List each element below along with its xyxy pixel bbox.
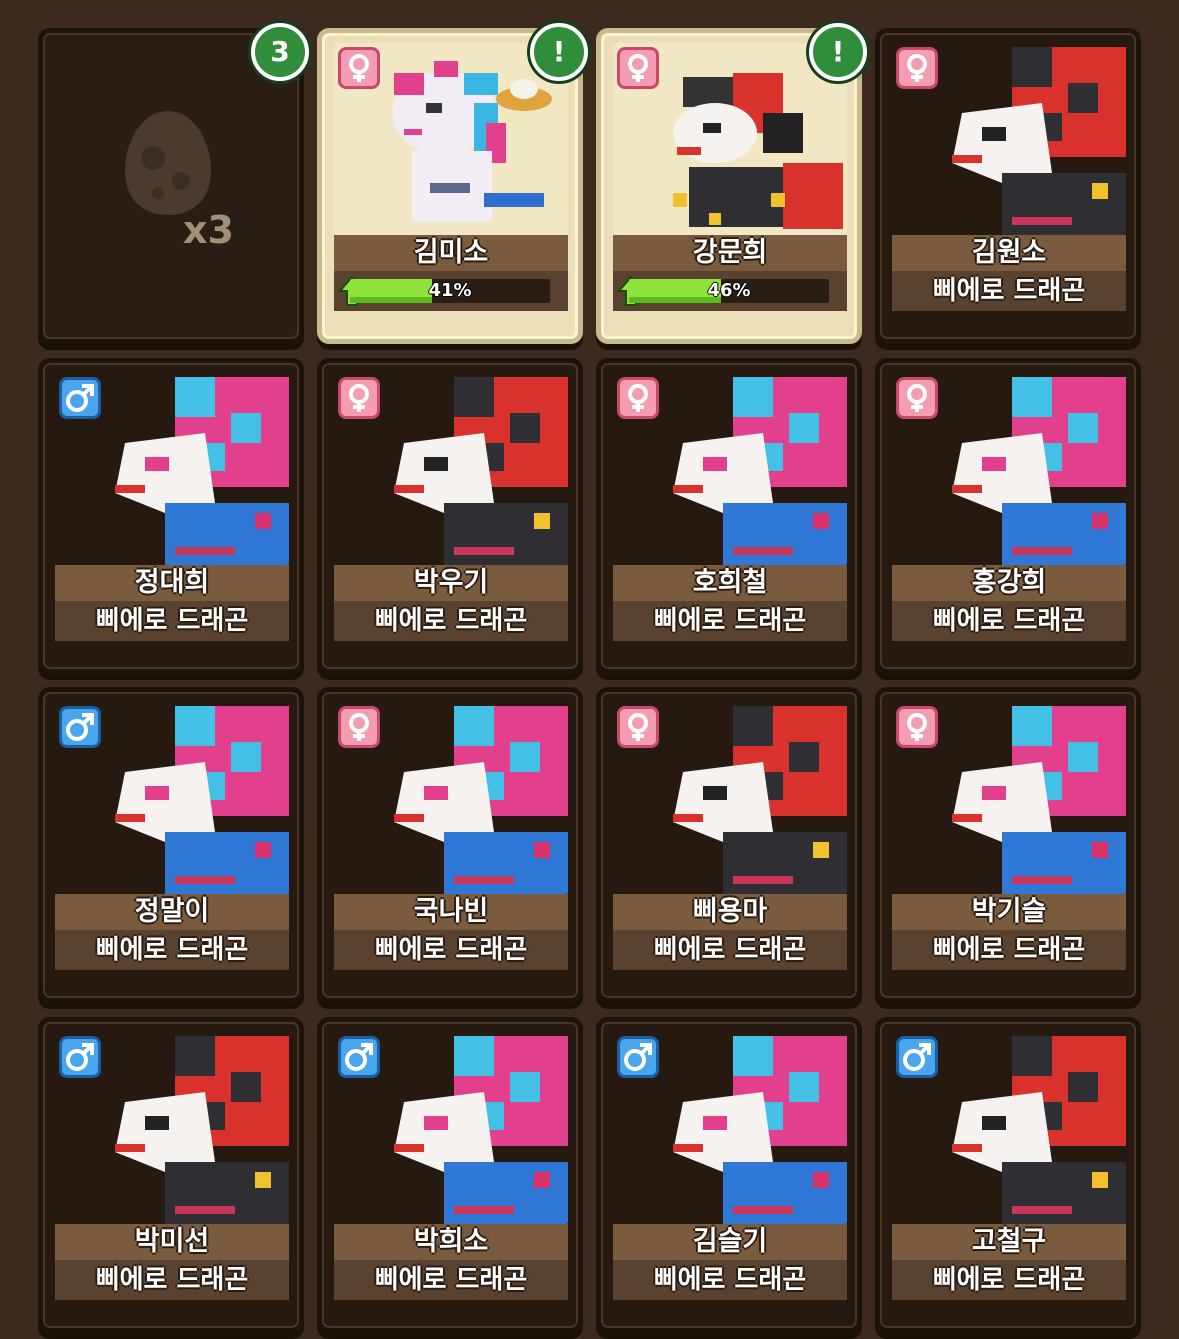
dragon-card[interactable]: 정말이 삐에로 드래곤 — [38, 687, 304, 1003]
dragon-card[interactable]: 박미선 삐에로 드래곤 — [38, 1017, 304, 1333]
dragon-name: 박미선 — [55, 1224, 289, 1260]
female-icon — [617, 377, 659, 419]
egg-count: x3 — [183, 208, 234, 252]
dragon-species: 삐에로 드래곤 — [892, 601, 1126, 641]
male-icon — [896, 1036, 938, 1078]
dragon-species: 삐에로 드래곤 — [334, 601, 568, 641]
progress-track: 41% — [350, 279, 550, 303]
dragon-species: 삐에로 드래곤 — [613, 601, 847, 641]
dragon-card[interactable]: 홍강희 삐에로 드래곤 — [875, 358, 1141, 674]
dragon-card[interactable]: 삐용마 삐에로 드래곤 — [596, 687, 862, 1003]
dragon-card[interactable]: 고철구 삐에로 드래곤 — [875, 1017, 1141, 1333]
dragon-card[interactable]: 김원소 삐에로 드래곤 — [875, 28, 1141, 344]
dragon-name: 정대희 — [55, 565, 289, 601]
dragon-card[interactable]: 박우기 삐에로 드래곤 — [317, 358, 583, 674]
dragon-card[interactable]: 김슬기 삐에로 드래곤 — [596, 1017, 862, 1333]
progress-percent: 46% — [707, 280, 751, 301]
alert-badge: ! — [809, 23, 867, 81]
male-icon — [59, 377, 101, 419]
hatch-progress-bar: 41% — [334, 271, 568, 311]
dragon-name: 김미소 — [334, 235, 568, 271]
dragon-name: 김슬기 — [613, 1224, 847, 1260]
dragon-name: 홍강희 — [892, 565, 1126, 601]
dragon-card[interactable]: 정대희 삐에로 드래곤 — [38, 358, 304, 674]
dragon-species: 삐에로 드래곤 — [55, 1260, 289, 1300]
dragon-card[interactable]: 국나빈 삐에로 드래곤 — [317, 687, 583, 1003]
egg-count-badge: 3 — [251, 23, 309, 81]
dragon-species: 삐에로 드래곤 — [892, 930, 1126, 970]
progress-percent: 41% — [428, 280, 472, 301]
female-icon — [617, 47, 659, 89]
female-icon — [896, 377, 938, 419]
dragon-name: 박희소 — [334, 1224, 568, 1260]
dragon-species: 삐에로 드래곤 — [892, 271, 1126, 311]
dragon-species: 삐에로 드래곤 — [55, 930, 289, 970]
dragon-name: 김원소 — [892, 235, 1126, 271]
hatch-progress-bar: 46% — [613, 271, 847, 311]
dragon-species: 삐에로 드래곤 — [613, 1260, 847, 1300]
dragon-card[interactable]: 호희철 삐에로 드래곤 — [596, 358, 862, 674]
dragon-card[interactable]: 박기슬 삐에로 드래곤 — [875, 687, 1141, 1003]
dragon-name: 삐용마 — [613, 894, 847, 930]
egg-icon — [125, 111, 211, 215]
male-icon — [59, 706, 101, 748]
dragon-species: 삐에로 드래곤 — [334, 930, 568, 970]
dragon-species: 삐에로 드래곤 — [55, 601, 289, 641]
hatching-dragon-card[interactable]: 김미소 41% ! — [317, 23, 588, 344]
dragon-name: 박기슬 — [892, 894, 1126, 930]
male-icon — [59, 1036, 101, 1078]
dragon-name: 박우기 — [334, 565, 568, 601]
dragon-name: 강문희 — [613, 235, 847, 271]
female-icon — [338, 47, 380, 89]
dragon-name: 호희철 — [613, 565, 847, 601]
dragon-name: 정말이 — [55, 894, 289, 930]
dragon-name: 고철구 — [892, 1224, 1126, 1260]
female-icon — [338, 377, 380, 419]
male-icon — [617, 1036, 659, 1078]
female-icon — [338, 706, 380, 748]
progress-track: 46% — [629, 279, 829, 303]
dragon-name: 국나빈 — [334, 894, 568, 930]
female-icon — [896, 47, 938, 89]
dragon-species: 삐에로 드래곤 — [613, 930, 847, 970]
female-icon — [617, 706, 659, 748]
hatching-dragon-card[interactable]: 강문희 46% ! — [596, 23, 867, 344]
male-icon — [338, 1036, 380, 1078]
dragon-grid: x3 3 김미소 41% ! 강문희 46% ! 김원소 삐에로 드래곤 정대희… — [38, 23, 1142, 1339]
female-icon — [896, 706, 938, 748]
alert-badge: ! — [530, 23, 588, 81]
dragon-species: 삐에로 드래곤 — [892, 1260, 1126, 1300]
dragon-species: 삐에로 드래곤 — [334, 1260, 568, 1300]
dragon-card[interactable]: 박희소 삐에로 드래곤 — [317, 1017, 583, 1333]
nest-icon — [496, 79, 552, 111]
egg-slot-card[interactable]: x3 3 — [38, 23, 309, 344]
